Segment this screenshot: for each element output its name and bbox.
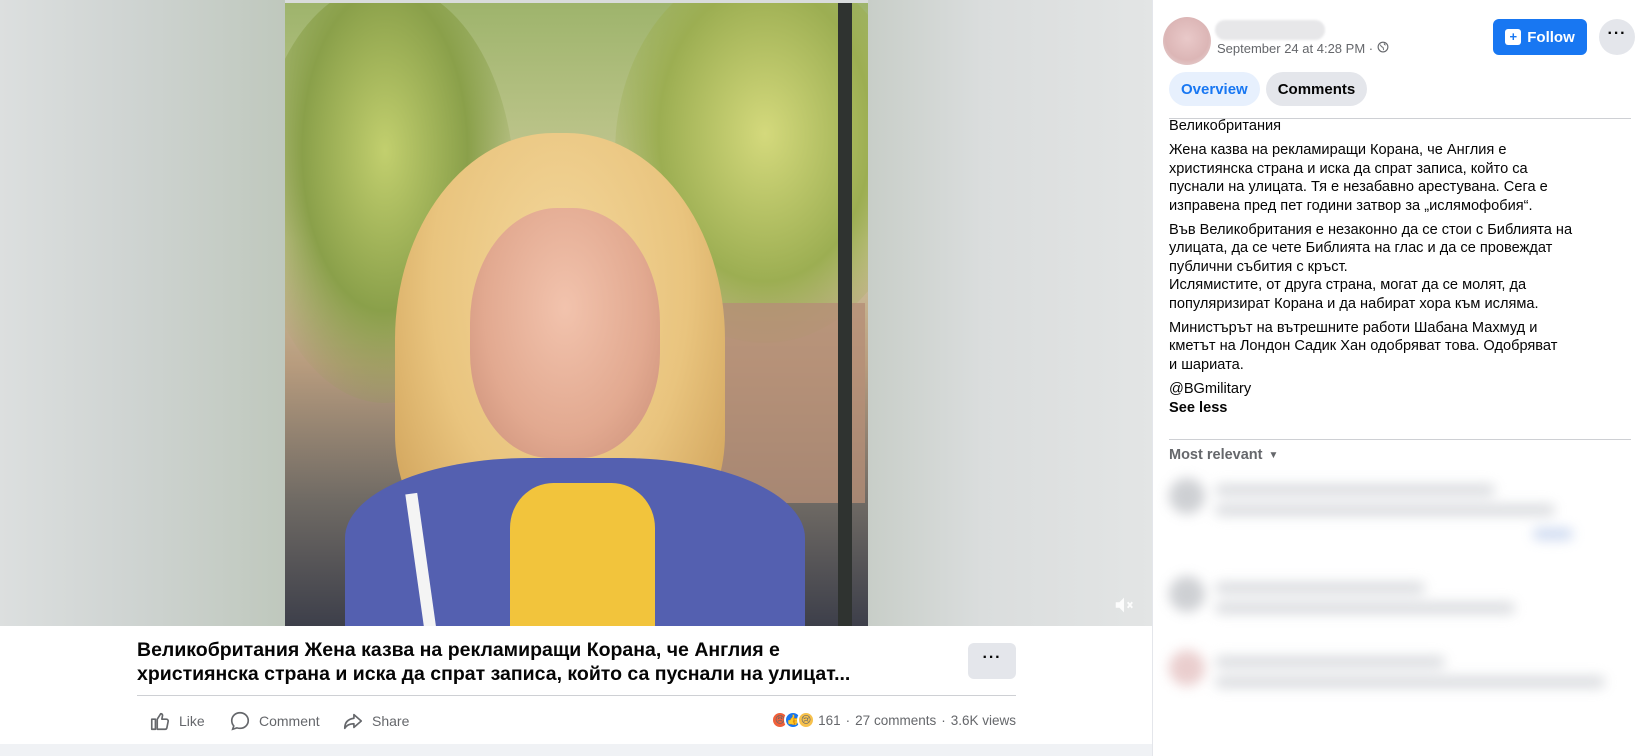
author-name-redacted[interactable] — [1215, 20, 1325, 40]
caption-more-button[interactable]: ··· — [968, 643, 1016, 679]
divider — [137, 695, 1016, 696]
like-label: Like — [179, 713, 205, 729]
action-bar: Like Comment Share 😠 👍 😢 161 · 27 commen… — [137, 708, 1016, 736]
follow-label: Follow — [1527, 28, 1575, 46]
video-backdrop-right — [868, 0, 1152, 626]
sad-reaction-icon: 😢 — [797, 711, 816, 729]
post-line: Великобритания — [1169, 118, 1282, 134]
share-label: Share — [372, 713, 410, 729]
mention-link[interactable]: @BGmilitary — [1169, 380, 1637, 398]
separator: · — [941, 712, 946, 728]
comment-avatar — [1169, 576, 1205, 612]
mute-icon[interactable] — [1112, 594, 1136, 618]
comment-button[interactable]: Comment — [229, 708, 320, 734]
post-body: Великобритания Жена казва на рекламиращи… — [1169, 117, 1637, 417]
post-line: и шариата. — [1169, 356, 1244, 373]
comment-placeholder — [1215, 484, 1495, 496]
comments-count[interactable]: 27 comments — [855, 713, 936, 728]
post-line: улицата, да се чете Библията на глас и д… — [1169, 240, 1553, 257]
like-icon — [150, 712, 169, 731]
video-frame[interactable] — [285, 3, 868, 626]
caption-line: Великобритания Жена казва на рекламиращи… — [137, 639, 780, 661]
post-line: популяризират Корана и да набират хора к… — [1169, 295, 1539, 312]
comment-placeholder — [1215, 602, 1515, 614]
follow-button[interactable]: + Follow — [1493, 19, 1587, 55]
video-caption: Великобритания Жена казва на рекламиращи… — [137, 638, 957, 686]
video-player[interactable] — [0, 0, 1152, 626]
post-paragraph: Великобритания — [1169, 117, 1637, 135]
comment-placeholder — [1215, 504, 1555, 516]
comments-list-redacted — [1163, 470, 1639, 756]
comment-placeholder — [1215, 582, 1425, 594]
post-line: кметът на Лондон Садик Хан одобряват тов… — [1169, 338, 1558, 355]
share-icon — [343, 713, 363, 730]
post-line: Ислямистите, от друга страна, могат да с… — [1169, 277, 1527, 294]
post-line: Министърът на вътрешните работи Шабана М… — [1169, 320, 1538, 337]
post-line: християнска страна и иска да спрат запис… — [1169, 160, 1528, 177]
timestamp-text[interactable]: September 24 at 4:28 PM · — [1217, 41, 1373, 56]
video-scene-pole — [838, 3, 852, 626]
globe-icon — [1377, 41, 1389, 56]
comment-icon — [230, 711, 250, 731]
reaction-count[interactable]: 161 — [818, 713, 841, 728]
post-panel: September 24 at 4:28 PM · + Follow ··· O… — [1152, 0, 1646, 756]
post-timestamp[interactable]: September 24 at 4:28 PM · — [1217, 41, 1389, 56]
post-tabs: Overview Comments — [1169, 72, 1368, 106]
separator: · — [845, 712, 851, 728]
see-less-link[interactable]: See less — [1169, 399, 1637, 417]
views-count: 3.6K views — [950, 712, 1016, 728]
post-paragraph: Министърът на вътрешните работи Шабана М… — [1169, 319, 1637, 374]
comment-avatar — [1169, 478, 1205, 514]
sort-label: Most relevant — [1169, 447, 1263, 463]
bottom-strip — [0, 744, 1152, 756]
tab-overview[interactable]: Overview — [1169, 72, 1260, 106]
comment-avatar — [1169, 650, 1205, 686]
video-column: Великобритания Жена казва на рекламиращи… — [0, 0, 1152, 756]
comment-placeholder — [1533, 528, 1573, 540]
divider — [1169, 439, 1631, 440]
post-line: Във Великобритания е незаконно да се сто… — [1169, 222, 1573, 239]
like-button[interactable]: Like — [149, 708, 205, 734]
post-paragraph: Жена казва на рекламиращи Корана, че Анг… — [1169, 141, 1637, 215]
comment-placeholder — [1215, 676, 1605, 688]
post-more-button[interactable]: ··· — [1599, 19, 1635, 55]
video-scene-person-shirt — [510, 483, 655, 626]
reactions-summary[interactable]: 😠 👍 😢 161 · 27 comments · 3.6K views — [771, 711, 1016, 729]
comment-placeholder — [1215, 656, 1445, 668]
share-button[interactable]: Share — [342, 708, 409, 734]
video-backdrop-left — [0, 0, 285, 626]
comment-sort-dropdown[interactable]: Most relevant ▼ — [1169, 447, 1278, 463]
caret-down-icon: ▼ — [1268, 449, 1279, 461]
video-scene-person-face — [470, 208, 660, 458]
post-paragraph: Във Великобритания е незаконно да се сто… — [1169, 221, 1637, 313]
caption-line: християнска страна и иска да спрат запис… — [137, 663, 851, 685]
post-line: изправена пред пет години затвор за „исл… — [1169, 197, 1533, 214]
post-line: Жена казва на рекламиращи Корана, че Анг… — [1169, 142, 1507, 159]
comment-label: Comment — [259, 713, 320, 729]
tab-comments[interactable]: Comments — [1265, 72, 1368, 106]
post-line: пуснали на улицата. Тя е незабавно арест… — [1169, 179, 1548, 196]
follow-page-icon: + — [1505, 29, 1522, 45]
avatar[interactable] — [1163, 17, 1211, 65]
post-line: публични събития с кръст. — [1169, 258, 1348, 275]
